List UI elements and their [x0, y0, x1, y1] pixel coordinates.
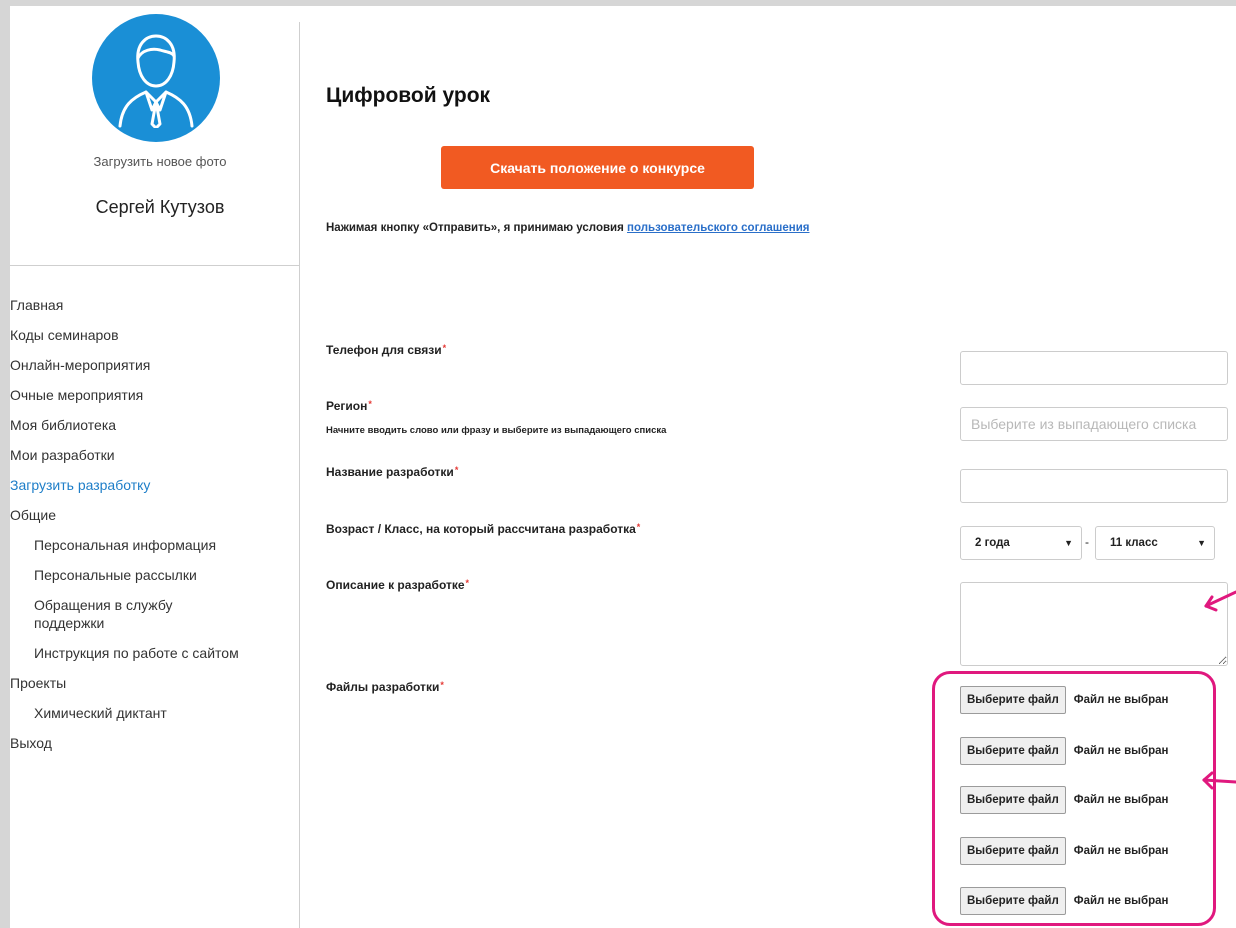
required-mark: *	[465, 578, 470, 588]
files-label: Файлы разработки*	[326, 680, 444, 694]
age-class-label-text: Возраст / Класс, на который рассчитана р…	[326, 522, 636, 536]
development-name-label-text: Название разработки	[326, 465, 454, 479]
description-textarea[interactable]	[960, 582, 1228, 666]
files-label-text: Файлы разработки	[326, 680, 440, 694]
triangle-down-icon: ▼	[1197, 538, 1206, 548]
agreement-link[interactable]: пользовательского соглашения	[627, 222, 809, 234]
nav-item-online-events[interactable]: Онлайн-мероприятия	[10, 356, 299, 374]
nav-item-offline-events[interactable]: Очные мероприятия	[10, 386, 299, 404]
sidebar-nav: Главная Коды семинаров Онлайн-мероприяти…	[10, 296, 299, 764]
region-label: Регион*	[326, 399, 372, 413]
region-hint: Начните вводить слово или фразу и выбери…	[326, 425, 667, 436]
age-from-select[interactable]: 2 года ▼	[960, 526, 1082, 560]
user-avatar-icon	[118, 34, 194, 128]
sidebar-divider	[10, 265, 299, 266]
phone-label-text: Телефон для связи	[326, 343, 442, 357]
file-inputs-highlight	[932, 671, 1216, 926]
nav-item-projects[interactable]: Проекты	[10, 674, 299, 692]
required-mark: *	[440, 680, 444, 690]
upload-photo-link[interactable]: Загрузить новое фото	[10, 154, 310, 169]
nav-item-home[interactable]: Главная	[10, 296, 299, 314]
required-mark: *	[454, 465, 459, 475]
nav-item-site-instructions[interactable]: Инструкция по работе с сайтом	[10, 644, 244, 662]
description-label-text: Описание к разработке	[326, 578, 465, 592]
age-class-label: Возраст / Класс, на который рассчитана р…	[326, 522, 640, 536]
agreement-text: Нажимая кнопку «Отправить», я принимаю у…	[326, 222, 809, 234]
agreement-label: Нажимая кнопку «Отправить», я принимаю у…	[326, 222, 624, 234]
required-mark: *	[442, 343, 447, 353]
user-name: Сергей Кутузов	[95, 197, 225, 217]
nav-item-support-requests[interactable]: Обращения в службу поддержки	[10, 596, 244, 632]
nav-item-personal-info[interactable]: Персональная информация	[10, 536, 299, 554]
required-mark: *	[636, 522, 641, 532]
download-rules-button[interactable]: Скачать положение о конкурсе	[441, 146, 754, 189]
page-title: Цифровой урок	[326, 84, 491, 107]
nav-item-logout[interactable]: Выход	[10, 734, 299, 752]
phone-input[interactable]	[960, 351, 1228, 385]
sidebar: Загрузить новое фото Сергей Кутузов Глав…	[10, 6, 300, 928]
nav-item-general[interactable]: Общие	[10, 506, 299, 524]
page: Загрузить новое фото Сергей Кутузов Глав…	[10, 6, 1236, 928]
class-to-value: 11 класс	[1110, 537, 1158, 549]
development-name-label: Название разработки*	[326, 465, 458, 479]
region-label-text: Регион	[326, 399, 368, 413]
nav-item-my-library[interactable]: Моя библиотека	[10, 416, 299, 434]
nav-item-upload-development[interactable]: Загрузить разработку	[10, 476, 299, 494]
description-label: Описание к разработке*	[326, 578, 469, 592]
age-separator: -	[1085, 535, 1089, 549]
vertical-divider	[299, 22, 300, 928]
nav-item-chemistry-dictation[interactable]: Химический диктант	[10, 704, 299, 722]
nav-item-seminar-codes[interactable]: Коды семинаров	[10, 326, 299, 344]
nav-item-my-developments[interactable]: Мои разработки	[10, 446, 299, 464]
annotation-arrow-icon	[1202, 771, 1236, 790]
triangle-down-icon: ▼	[1064, 538, 1073, 548]
phone-label: Телефон для связи*	[326, 343, 446, 357]
region-input[interactable]	[960, 407, 1228, 441]
age-from-value: 2 года	[975, 537, 1010, 549]
development-name-input[interactable]	[960, 469, 1228, 503]
nav-item-personal-mailings[interactable]: Персональные рассылки	[10, 566, 299, 584]
annotation-arrow-icon	[1204, 590, 1236, 612]
class-to-select[interactable]: 11 класс ▼	[1095, 526, 1215, 560]
required-mark: *	[368, 399, 372, 409]
avatar[interactable]	[92, 14, 220, 142]
